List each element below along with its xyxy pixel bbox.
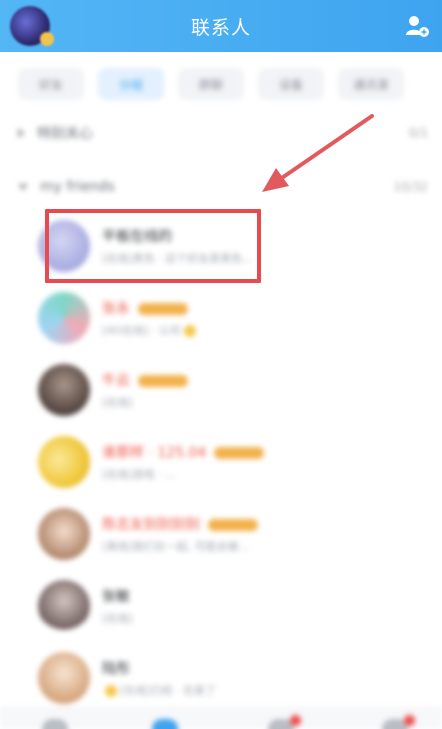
group-my-friends[interactable]: my friends 10/32 [18, 172, 428, 202]
friend-status: [离线]我们在一起, 可能会被... [102, 540, 250, 553]
vip-badge [214, 447, 265, 459]
contacts-icon[interactable] [152, 719, 178, 729]
tab-groups[interactable]: 分组 [98, 68, 164, 100]
message-icon[interactable] [42, 719, 68, 729]
friend-name: 陆彤 [102, 661, 130, 677]
emoji-icon [105, 685, 117, 697]
tab-devices[interactable]: 设备 [258, 68, 324, 100]
tab-address-book[interactable]: 通讯录 [338, 68, 404, 100]
bottom-nav [0, 708, 442, 729]
notification-dot [404, 715, 415, 726]
avatar [38, 580, 90, 632]
notification-dot [290, 715, 301, 726]
page-title: 联系人 [190, 16, 251, 39]
friend-name: 谁那样 · 125.04 [102, 442, 265, 462]
friend-status: [4G在线] · 公司 [102, 322, 199, 338]
friend-status: [在线] [102, 396, 133, 409]
vip-badge [208, 519, 258, 531]
add-friend-icon[interactable] [404, 13, 430, 39]
list-item[interactable]: 牛云 [在线] [38, 358, 418, 422]
group-count: 0/1 [408, 126, 428, 140]
category-tabs: 好友 分组 群聊 设备 通讯录 [18, 64, 428, 104]
friend-name: 张永 [102, 298, 188, 318]
avatar [38, 436, 90, 488]
app-header: 联系人 [0, 0, 442, 52]
friend-name: 张敏 [102, 589, 130, 605]
group-label: 特别关心 [37, 126, 93, 142]
friend-status: [在线]已经 · 在家了 [102, 682, 216, 698]
list-item[interactable]: 陈志友别别别别 [离线]我们在一起, 可能会被... [38, 502, 418, 566]
friend-status: [在线] [102, 612, 133, 625]
group-special-care[interactable]: 特别关心 0/1 [18, 118, 428, 148]
friend-name: 牛云 [102, 370, 188, 390]
list-item[interactable]: 张永 [4G在线] · 公司 [38, 286, 418, 350]
list-item[interactable]: 张敏 [在线] [38, 574, 418, 638]
friend-name: 陈志友别别别别 [102, 514, 258, 534]
tab-group-chats[interactable]: 群聊 [178, 68, 244, 100]
chevron-down-icon [18, 183, 28, 191]
highlight-box [45, 209, 261, 283]
group-label: my friends [40, 179, 115, 195]
list-item[interactable]: 陆彤 [在线]已经 · 在家了 [38, 646, 418, 710]
avatar [38, 364, 90, 416]
emoji-icon [183, 325, 196, 337]
tab-friends[interactable]: 好友 [18, 68, 84, 100]
friend-status: [在线]游戏 · ... [102, 468, 176, 481]
user-avatar[interactable] [10, 6, 54, 46]
group-count: 10/32 [393, 180, 428, 194]
avatar [38, 292, 90, 344]
vip-badge [138, 375, 188, 387]
avatar [38, 508, 90, 560]
avatar [38, 652, 90, 704]
list-item[interactable]: 谁那样 · 125.04 [在线]游戏 · ... [38, 430, 418, 494]
chevron-right-icon [18, 128, 25, 138]
vip-badge [138, 303, 188, 315]
